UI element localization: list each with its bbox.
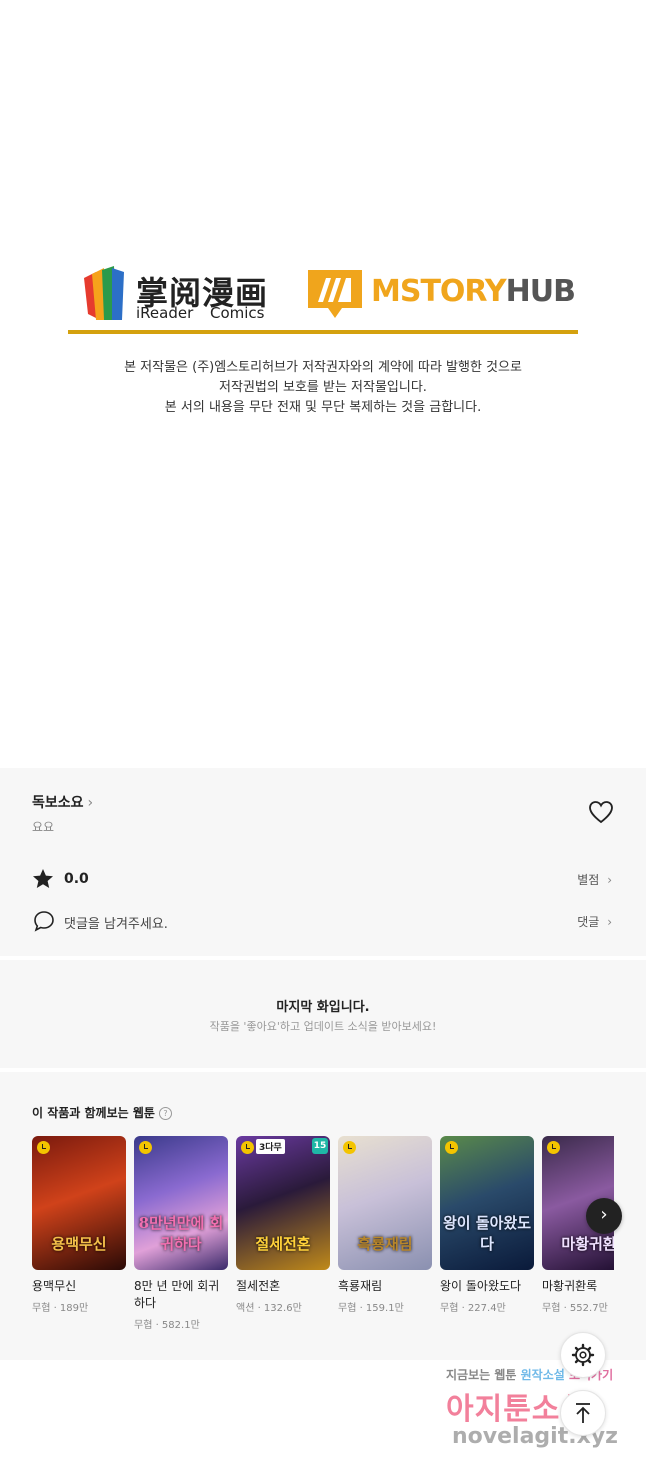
card-thumbnail: 용맥무신 <box>32 1136 126 1270</box>
clock-icon <box>445 1141 458 1154</box>
work-title-link[interactable]: 독보소요 › <box>32 792 93 812</box>
clock-icon <box>547 1141 560 1154</box>
comments-button[interactable]: 댓글 › <box>577 913 612 930</box>
copyright-notice-line: 본 서의 내용을 무단 전재 및 무단 복제하는 것을 금합니다. <box>164 400 482 415</box>
card-art-title: 8만년만에 회귀하다 <box>138 1214 224 1253</box>
card-art-title: 절세전혼 <box>255 1235 311 1253</box>
card-thumbnail: 8만년만에 회귀하다 <box>134 1136 228 1270</box>
last-episode-title: 마지막 화입니다. <box>276 1000 370 1015</box>
mstory-logo-icon <box>308 270 362 318</box>
watermark-text: 지금보는 웹툰 <box>446 1368 517 1382</box>
recommend-title: 이 작품과 함께보는 웹툰? <box>32 1104 172 1121</box>
ireader-english-name: iReader <box>136 304 194 322</box>
carousel-next-button[interactable]: › <box>586 1198 622 1234</box>
clock-icon <box>139 1141 152 1154</box>
copyright-notice-line: 저작권법의 보호를 받는 저작물입니다. <box>219 380 427 395</box>
recommend-card[interactable]: 3다무 15 절세전혼 절세전혼 액션 · 132.6만 <box>236 1136 330 1314</box>
comments-label: 댓글 <box>577 915 600 929</box>
copyright-notice-line: 본 저작물은 (주)엠스토리허브가 저작권자와의 계약에 따라 발행한 것으로 <box>124 360 522 375</box>
settings-icon <box>571 1343 595 1367</box>
arrow-up-icon <box>576 1403 590 1423</box>
card-meta: 무협 · 552.7만 <box>542 1303 608 1314</box>
recommend-card[interactable]: 왕이 돌아왔도다 왕이 돌아왔도다 무협 · 227.4만 <box>440 1136 534 1314</box>
rate-button[interactable]: 별점 › <box>577 871 612 888</box>
card-meta: 무협 · 227.4만 <box>440 1303 506 1314</box>
chevron-right-icon: › <box>600 1204 608 1225</box>
recommend-card[interactable]: 8만년만에 회귀하다 8만 년 만에 회귀하다 무협 · 582.1만 <box>134 1136 228 1331</box>
card-meta: 무협 · 189만 <box>32 1303 89 1314</box>
card-title: 용맥무신 <box>32 1279 77 1293</box>
card-thumbnail: 왕이 돌아왔도다 <box>440 1136 534 1270</box>
card-thumbnail: 흑룡재림 <box>338 1136 432 1270</box>
card-title: 8만 년 만에 회귀하다 <box>134 1279 220 1310</box>
mstory-hub-text: HUB <box>505 274 576 309</box>
mstory-main-text: MSTORY <box>371 274 507 309</box>
star-icon <box>33 869 53 888</box>
card-title: 왕이 돌아왔도다 <box>440 1279 522 1293</box>
card-meta: 무협 · 582.1만 <box>134 1320 200 1331</box>
clock-icon <box>343 1141 356 1154</box>
card-meta: 액션 · 132.6만 <box>236 1303 302 1314</box>
clock-icon <box>241 1141 254 1154</box>
rating-value: 0.0 <box>64 871 89 887</box>
ireader-comics-label: Comics <box>210 304 265 322</box>
comment-prompt[interactable]: 댓글을 남겨주세요. <box>64 913 168 932</box>
recommend-title-text: 이 작품과 함께보는 웹툰 <box>32 1106 155 1120</box>
card-badge: 3다무 <box>256 1139 285 1154</box>
card-age-badge: 15 <box>312 1138 328 1154</box>
card-title: 마황귀환록 <box>542 1279 598 1293</box>
work-author: 요요 <box>32 820 55 834</box>
rate-label: 별점 <box>577 873 600 887</box>
scroll-top-button[interactable] <box>560 1390 606 1436</box>
card-title: 절세전혼 <box>236 1279 281 1293</box>
chevron-right-icon: › <box>607 915 612 929</box>
ireader-logo-icon <box>84 266 124 320</box>
heart-icon[interactable] <box>588 800 614 824</box>
watermark-text: 원작소설 <box>520 1368 565 1382</box>
card-art-title: 마황귀환 <box>561 1235 614 1253</box>
card-art-title: 흑룡재림 <box>357 1235 413 1253</box>
last-episode-subtitle: 작품을 '좋아요'하고 업데이트 소식을 받아보세요! <box>209 1020 437 1033</box>
recommend-card[interactable]: 흑룡재림 흑룡재림 무협 · 159.1만 <box>338 1136 432 1314</box>
card-thumbnail: 3다무 15 절세전혼 <box>236 1136 330 1270</box>
recommend-card[interactable]: 용맥무신 용맥무신 무협 · 189만 <box>32 1136 126 1314</box>
content-image-area: 掌阅漫画 iReader Comics MSTORYHUB 본 저작물은 (주)… <box>0 0 646 768</box>
card-title: 흑룡재림 <box>338 1279 383 1293</box>
card-art-title: 왕이 돌아왔도다 <box>442 1214 532 1253</box>
work-title: 독보소요 <box>32 795 84 811</box>
help-icon[interactable]: ? <box>158 1107 172 1120</box>
chevron-right-icon: › <box>607 873 612 887</box>
publisher-logos: 掌阅漫画 iReader Comics MSTORYHUB <box>68 258 578 334</box>
card-meta: 무협 · 159.1만 <box>338 1303 404 1314</box>
card-art-title: 용맥무신 <box>51 1235 107 1253</box>
clock-icon <box>37 1141 50 1154</box>
recommend-carousel: 용맥무신 용맥무신 무협 · 189만 8만년만에 회귀하다 8만 년 만에 회… <box>32 1136 614 1346</box>
chevron-right-icon: › <box>87 795 94 811</box>
settings-button[interactable] <box>560 1332 606 1378</box>
comment-icon <box>34 911 54 932</box>
mstory-wordmark: MSTORYHUB <box>371 274 576 309</box>
logo-divider <box>68 330 578 334</box>
